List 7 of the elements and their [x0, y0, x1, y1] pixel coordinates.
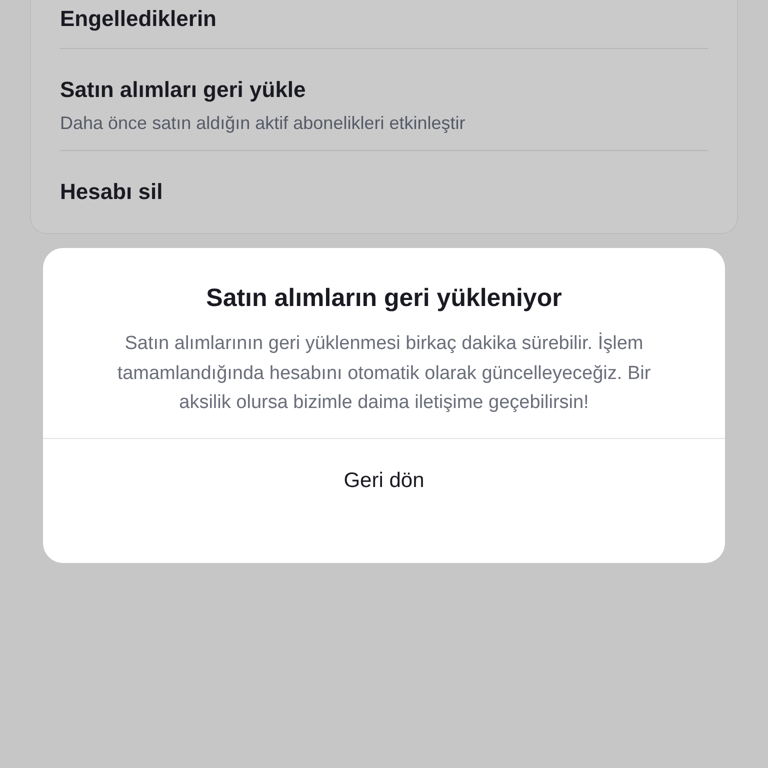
- settings-item[interactable]: Engellediklerin: [60, 6, 708, 32]
- settings-item[interactable]: Satın alımları geri yükle: [60, 77, 708, 103]
- dialog-title: Satın alımların geri yükleniyor: [206, 284, 562, 313]
- back-button[interactable]: Geri dön: [340, 468, 428, 492]
- settings-item-description: Daha önce satın aldığın aktif abonelikleri etkinleştir: [60, 113, 466, 134]
- settings-item[interactable]: Hesabı sil: [60, 179, 708, 205]
- dialog-message: Satın alımlarının geri yüklenmesi birkaç dakika sürebilir. İşlem tamamlandığında hesabını otomatik olarak güncelleyeceğiz. Bir aksilik olursa bizimle daima iletişime geçebilirsin!: [116, 332, 652, 415]
